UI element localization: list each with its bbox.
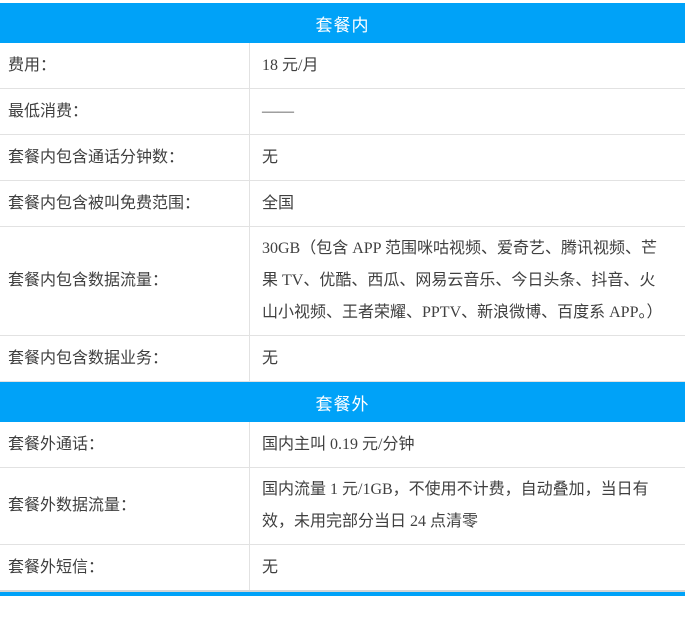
table-row: 套餐外短信： 无 bbox=[0, 545, 685, 592]
section-header-in-plan: 套餐内 bbox=[0, 3, 685, 43]
partial-section-header-strip bbox=[0, 592, 685, 596]
table-row: 最低消费： —— bbox=[0, 89, 685, 135]
row-value-out-data: 国内流量 1 元/1GB，不使用不计费，自动叠加，当日有效，未用完部分当日 24… bbox=[250, 468, 685, 544]
row-label-min-spend: 最低消费： bbox=[0, 89, 250, 134]
row-value-call-minutes: 无 bbox=[250, 135, 685, 180]
row-label-call-minutes: 套餐内包含通话分钟数： bbox=[0, 135, 250, 180]
row-value-fee: 18 元/月 bbox=[250, 43, 685, 88]
row-label-out-data: 套餐外数据流量： bbox=[0, 468, 250, 544]
table-row: 套餐外通话： 国内主叫 0.19 元/分钟 bbox=[0, 422, 685, 468]
row-value-free-incoming-scope: 全国 bbox=[250, 181, 685, 226]
row-label-fee: 费用： bbox=[0, 43, 250, 88]
row-label-out-sms: 套餐外短信： bbox=[0, 545, 250, 590]
table-row: 套餐外数据流量： 国内流量 1 元/1GB，不使用不计费，自动叠加，当日有效，未… bbox=[0, 468, 685, 545]
tariff-table: 套餐内 费用： 18 元/月 最低消费： —— 套餐内包含通话分钟数： 无 套餐… bbox=[0, 0, 685, 596]
row-value-out-calls: 国内主叫 0.19 元/分钟 bbox=[250, 422, 685, 467]
row-label-out-calls: 套餐外通话： bbox=[0, 422, 250, 467]
row-label-included-data: 套餐内包含数据流量： bbox=[0, 227, 250, 335]
table-row: 费用： 18 元/月 bbox=[0, 43, 685, 89]
row-label-free-incoming-scope: 套餐内包含被叫免费范围： bbox=[0, 181, 250, 226]
row-value-included-data-services: 无 bbox=[250, 336, 685, 381]
row-value-out-sms: 无 bbox=[250, 545, 685, 590]
row-value-min-spend: —— bbox=[250, 89, 685, 134]
table-row: 套餐内包含数据业务： 无 bbox=[0, 336, 685, 382]
table-row: 套餐内包含数据流量： 30GB（包含 APP 范围咪咕视频、爱奇艺、腾讯视频、芒… bbox=[0, 227, 685, 336]
row-label-included-data-services: 套餐内包含数据业务： bbox=[0, 336, 250, 381]
table-row: 套餐内包含被叫免费范围： 全国 bbox=[0, 181, 685, 227]
row-value-included-data: 30GB（包含 APP 范围咪咕视频、爱奇艺、腾讯视频、芒果 TV、优酷、西瓜、… bbox=[250, 227, 685, 335]
section-header-out-of-plan: 套餐外 bbox=[0, 382, 685, 422]
table-row: 套餐内包含通话分钟数： 无 bbox=[0, 135, 685, 181]
